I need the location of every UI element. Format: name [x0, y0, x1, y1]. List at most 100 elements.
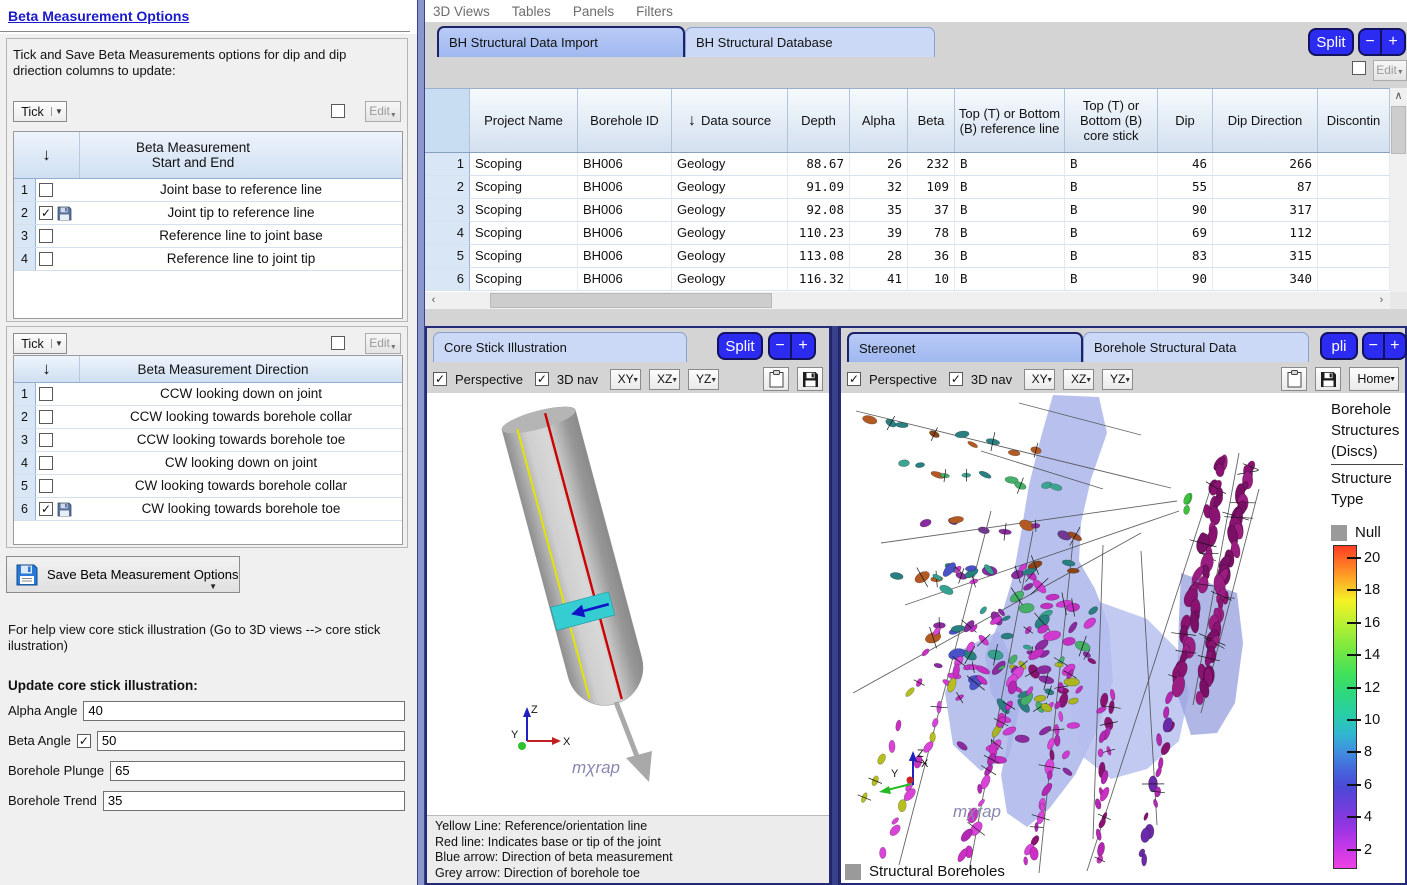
- option-checkbox[interactable]: [39, 410, 53, 424]
- option-checkbox[interactable]: ✓: [39, 206, 53, 220]
- structure-disc: [879, 847, 886, 859]
- yz-view-button[interactable]: YZ▼: [688, 369, 719, 390]
- table-cell: 1: [425, 153, 470, 176]
- perspective-checkbox[interactable]: ✓: [433, 372, 447, 386]
- xz-view-button[interactable]: XZ▼: [1063, 369, 1094, 390]
- edit-checkbox[interactable]: [331, 336, 345, 350]
- tab-stereonet[interactable]: Stereonet: [847, 332, 1083, 362]
- save-image-button[interactable]: [1315, 367, 1341, 391]
- tab-borehole-structural-data[interactable]: Borehole Structural Data: [1083, 332, 1309, 362]
- tick-dropdown[interactable]: Tick ▼: [13, 101, 67, 122]
- edit-checkbox[interactable]: [1352, 61, 1366, 75]
- bottom-splitter[interactable]: [831, 326, 839, 885]
- table-cell: 90: [1158, 199, 1213, 222]
- option-checkbox[interactable]: [39, 252, 53, 266]
- column-header[interactable]: Dip: [1158, 89, 1213, 152]
- edit-checkbox[interactable]: [331, 104, 345, 118]
- maximize-button[interactable]: +: [1385, 334, 1406, 358]
- edit-button[interactable]: Edit▼: [365, 101, 401, 122]
- axis-triad: Z X Y: [879, 748, 929, 794]
- option-checkbox[interactable]: [39, 433, 53, 447]
- vertical-scroll-thumb[interactable]: [1391, 106, 1406, 154]
- column-header[interactable]: [425, 89, 470, 152]
- edit-button[interactable]: Edit▼: [365, 333, 401, 354]
- maximize-button[interactable]: +: [1382, 30, 1404, 54]
- split-button[interactable]: Split: [1308, 28, 1354, 56]
- table-row[interactable]: 2ScopingBH006Geology91.0932109BB5587: [425, 176, 1390, 199]
- borehole-3d-view[interactable]: Z X Y mχrap Structural Boreholes Borehol…: [841, 393, 1405, 883]
- column-header[interactable]: Borehole ID: [578, 89, 672, 152]
- column-header[interactable]: Alpha: [850, 89, 908, 152]
- table-cell: 88.67: [788, 153, 850, 176]
- legend-grey-arrow: Grey arrow: Direction of borehole toe: [435, 866, 821, 882]
- option-checkbox[interactable]: [39, 183, 53, 197]
- column-header-label: Alpha: [862, 113, 895, 128]
- home-view-button[interactable]: Home▼: [1349, 367, 1399, 391]
- option-label: CW looking towards borehole toe: [80, 498, 402, 520]
- column-header-label: Depth: [801, 113, 836, 128]
- yz-view-button[interactable]: YZ▼: [1102, 369, 1133, 390]
- main-splitter[interactable]: [417, 0, 425, 885]
- horizontal-scroll-thumb[interactable]: [490, 293, 772, 308]
- column-header[interactable]: Discontin: [1318, 89, 1390, 152]
- column-header[interactable]: Top (T) or Bottom (B) reference line: [955, 89, 1065, 152]
- xy-view-button[interactable]: XY▼: [610, 369, 641, 390]
- menu-tables[interactable]: Tables: [512, 4, 551, 19]
- column-header[interactable]: Beta: [908, 89, 955, 152]
- tab-core-stick-illustration[interactable]: Core Stick Illustration: [433, 332, 687, 362]
- minimize-button[interactable]: −: [1364, 334, 1385, 358]
- option-label: Reference line to joint base: [80, 225, 402, 247]
- xz-view-button[interactable]: XZ▼: [649, 369, 680, 390]
- vertical-scrollbar[interactable]: ∧ ∨: [1390, 88, 1407, 309]
- structure-disc: [934, 663, 943, 669]
- minimize-button[interactable]: −: [1360, 30, 1382, 54]
- save-beta-options-button[interactable]: Save Beta Measurement Options ▼: [6, 556, 240, 593]
- core-stick-illustration: Z X Y mχrap: [427, 393, 829, 815]
- table-row[interactable]: 6ScopingBH006Geology116.324110BB90340: [425, 268, 1390, 291]
- option-checkbox[interactable]: [39, 229, 53, 243]
- column-header[interactable]: Depth: [788, 89, 850, 152]
- scroll-up-arrow[interactable]: ∧: [1390, 88, 1407, 105]
- alpha-angle-field[interactable]: [83, 701, 405, 721]
- copy-to-clipboard-button[interactable]: [1281, 367, 1307, 391]
- minimize-button[interactable]: −: [770, 334, 792, 358]
- option-checkbox[interactable]: [39, 387, 53, 401]
- split-button-clipped[interactable]: pli: [1320, 332, 1358, 360]
- column-header[interactable]: Project Name: [470, 89, 578, 152]
- option-checkbox[interactable]: ✓: [39, 502, 53, 516]
- borehole-plunge-field[interactable]: [110, 761, 405, 781]
- table-row[interactable]: 5ScopingBH006Geology113.082836BB83315: [425, 245, 1390, 268]
- table-row[interactable]: 3ScopingBH006Geology92.083537BB90317: [425, 199, 1390, 222]
- 3d-nav-checkbox[interactable]: ✓: [535, 372, 549, 386]
- menu-filters[interactable]: Filters: [636, 4, 673, 19]
- tab-bh-structural-database[interactable]: BH Structural Database: [685, 27, 935, 57]
- column-header[interactable]: Top (T) or Bottom (B) core stick: [1065, 89, 1158, 152]
- split-button[interactable]: Split: [717, 332, 763, 360]
- column-header[interactable]: ↓Data source: [672, 89, 788, 152]
- copy-to-clipboard-button[interactable]: [763, 367, 789, 391]
- borehole-trend-field[interactable]: [103, 791, 405, 811]
- 3d-nav-checkbox[interactable]: ✓: [949, 372, 963, 386]
- xy-view-button[interactable]: XY▼: [1024, 369, 1055, 390]
- column-header[interactable]: Dip Direction: [1213, 89, 1318, 152]
- scroll-right-arrow[interactable]: ›: [1373, 292, 1390, 309]
- tab-bh-structural-data-import[interactable]: BH Structural Data Import: [437, 26, 685, 57]
- option-row: 6✓CW looking towards borehole toe: [14, 498, 402, 521]
- maximize-button[interactable]: +: [792, 334, 814, 358]
- table-row[interactable]: 1ScopingBH006Geology88.6726232BB46266: [425, 153, 1390, 176]
- beta-angle-field[interactable]: [97, 731, 405, 751]
- edit-button[interactable]: Edit▼: [1373, 60, 1407, 81]
- menu-panels[interactable]: Panels: [573, 4, 614, 19]
- tick-dropdown[interactable]: Tick ▼: [13, 333, 67, 354]
- horizontal-scrollbar[interactable]: ‹ ›: [425, 292, 1390, 309]
- core-stick-3d-view[interactable]: Z X Y mχrap: [427, 393, 829, 815]
- perspective-checkbox[interactable]: ✓: [847, 372, 861, 386]
- option-checkbox[interactable]: [39, 479, 53, 493]
- panel-title-link[interactable]: Beta Measurement Options: [8, 8, 189, 24]
- beta-angle-checkbox[interactable]: ✓: [77, 734, 91, 748]
- menu-3d-views[interactable]: 3D Views: [433, 4, 490, 19]
- table-row[interactable]: 4ScopingBH006Geology110.233978BB69112: [425, 222, 1390, 245]
- scroll-left-arrow[interactable]: ‹: [425, 292, 442, 309]
- option-checkbox[interactable]: [39, 456, 53, 470]
- save-image-button[interactable]: [797, 367, 823, 391]
